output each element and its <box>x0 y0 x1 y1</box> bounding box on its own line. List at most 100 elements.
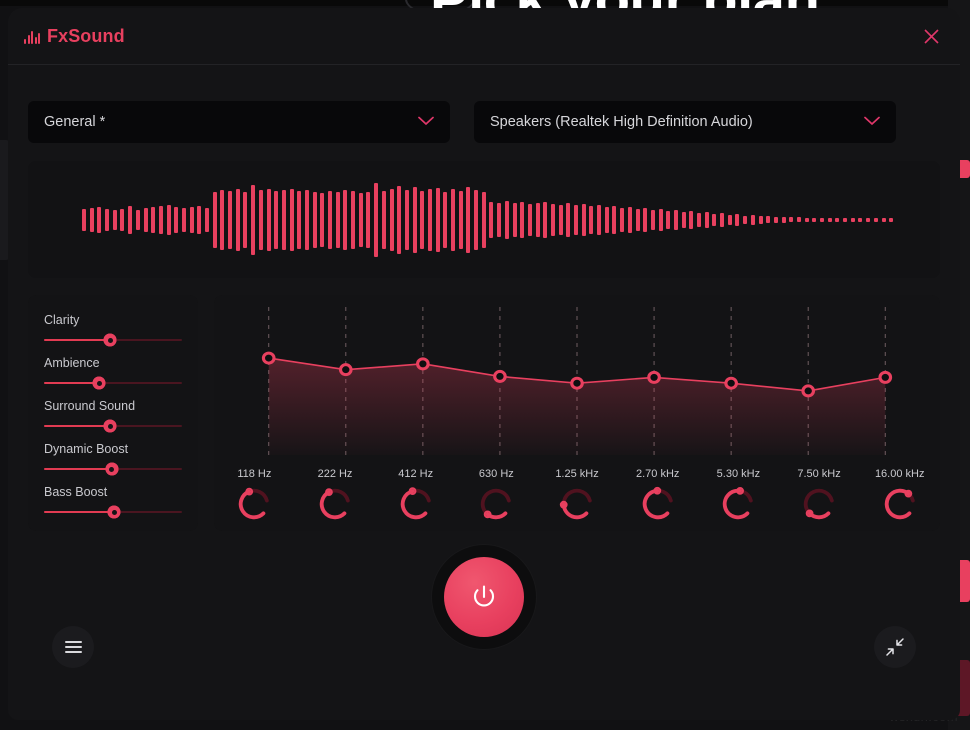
equalizer-bars-icon <box>24 29 40 44</box>
collapse-arrows-icon <box>886 638 904 656</box>
visualizer-bar <box>497 202 502 237</box>
equalizer-knob[interactable] <box>881 485 919 523</box>
visualizer-bar <box>758 215 763 224</box>
slider-track[interactable] <box>44 462 182 476</box>
equalizer-band-point[interactable] <box>724 376 738 390</box>
equalizer-band-point[interactable] <box>261 351 276 365</box>
visualizer-bar <box>266 188 271 251</box>
visualizer-bar <box>673 209 678 230</box>
visualizer-bar <box>427 188 432 251</box>
equalizer-band-label: 5.30 kHz <box>716 468 761 480</box>
app-title: FxSound <box>47 25 125 46</box>
output-device-value: Speakers (Realtek High Definition Audio) <box>490 114 753 130</box>
visualizer-bar <box>727 214 732 225</box>
visualizer-bar <box>466 186 471 253</box>
visualizer-bar <box>812 217 817 222</box>
collapse-window-button[interactable] <box>874 626 916 668</box>
equalizer-band-point[interactable] <box>416 357 430 371</box>
slider-surround-sound[interactable]: Surround Sound <box>44 399 182 433</box>
slider-fill <box>44 339 111 341</box>
visualizer-bar <box>666 210 671 229</box>
visualizer-bar <box>143 207 148 232</box>
slider-fill <box>44 511 115 513</box>
equalizer-knob[interactable] <box>639 485 677 523</box>
power-button[interactable] <box>444 557 524 637</box>
slider-thumb[interactable] <box>105 462 119 476</box>
effect-sliders-panel: Clarity Ambience Surround Sound Dynamic Boo… <box>28 295 198 531</box>
equalizer-knob[interactable] <box>800 485 838 523</box>
equalizer-band-label: 118 Hz <box>237 468 272 480</box>
visualizer-bar <box>328 190 332 249</box>
main-menu-button[interactable] <box>52 626 94 668</box>
visualizer-bar <box>435 187 440 252</box>
slider-thumb[interactable] <box>103 419 117 433</box>
visualizer-bar <box>281 189 286 250</box>
output-device-dropdown[interactable]: Speakers (Realtek High Definition Audio) <box>474 101 896 143</box>
equalizer-band: 7.50 kHz <box>779 468 860 523</box>
screen: Pick your plan SSyw,DMb wsxdn.com FxSoun… <box>0 0 970 730</box>
slider-label: Clarity <box>44 313 80 327</box>
slider-ambience[interactable]: Ambience <box>44 356 182 390</box>
visualizer-bar <box>558 204 563 235</box>
equalizer-band-point[interactable] <box>878 370 893 384</box>
visualizer-bar <box>720 212 725 227</box>
visualizer-bar <box>604 206 609 233</box>
visualizer-bar <box>712 213 717 226</box>
preset-dropdown[interactable]: General * <box>28 101 450 143</box>
fxsound-window: FxSound General * Speakers (Realtek High… <box>8 8 960 720</box>
equalizer-band-point[interactable] <box>493 369 507 383</box>
equalizer-band-point[interactable] <box>338 363 353 377</box>
equalizer-knob[interactable] <box>719 485 757 523</box>
slider-track[interactable] <box>44 419 182 433</box>
visualizer-bar <box>166 204 171 235</box>
equalizer-band-controls: 118 Hz 222 Hz 412 Hz 630 Hz 1.25 kHz 2.70 kHz… <box>214 468 940 523</box>
equalizer-knob[interactable] <box>558 485 596 523</box>
visualizer-bar <box>681 211 686 228</box>
slider-thumb[interactable] <box>107 505 121 519</box>
equalizer-knob[interactable] <box>235 485 273 523</box>
slider-track[interactable] <box>44 376 182 390</box>
slider-dynamic-boost[interactable]: Dynamic Boost <box>44 442 182 476</box>
equalizer-band-label: 2.70 kHz <box>635 468 680 480</box>
equalizer-band-point[interactable] <box>801 384 816 398</box>
visualizer-bar <box>627 206 632 233</box>
slider-track[interactable] <box>44 505 182 519</box>
visualizer-bar <box>289 188 294 251</box>
slider-clarity[interactable]: Clarity <box>44 313 182 347</box>
slider-thumb[interactable] <box>92 376 106 390</box>
visualizer-bar <box>358 192 363 247</box>
equalizer-band-point[interactable] <box>647 370 661 384</box>
slider-label: Bass Boost <box>44 485 108 499</box>
visualizer-bar <box>889 217 894 222</box>
visualizer-bar <box>574 204 578 235</box>
selector-row: General * Speakers (Realtek High Definit… <box>28 65 940 143</box>
visualizer-bar <box>351 190 356 249</box>
equalizer-curve[interactable] <box>214 295 940 465</box>
slider-thumb[interactable] <box>103 333 117 347</box>
visualizer-bar <box>735 213 740 226</box>
visualizer-bar <box>174 206 179 233</box>
visualizer-bar <box>743 215 748 224</box>
equalizer-band-label: 630 Hz <box>478 468 514 480</box>
visualizer-bar <box>443 191 448 248</box>
slider-bass-boost[interactable]: Bass Boost <box>44 485 182 519</box>
equalizer-knob[interactable] <box>397 485 435 523</box>
slider-label: Dynamic Boost <box>44 442 129 456</box>
equalizer-band-point[interactable] <box>570 376 584 390</box>
equalizer-knob[interactable] <box>316 485 354 523</box>
slider-track[interactable] <box>44 333 182 347</box>
equalizer-knob[interactable] <box>477 485 515 523</box>
visualizer-bar <box>773 216 778 223</box>
chevron-down-icon <box>864 113 880 131</box>
knob-value-arc <box>642 488 669 520</box>
visualizer-bar <box>158 205 163 234</box>
visualizer-bar <box>520 201 525 238</box>
visualizer-bars <box>82 161 894 278</box>
slider-fill <box>44 382 100 384</box>
knob-value-arc <box>239 489 266 520</box>
visualizer-bar <box>766 216 771 223</box>
close-icon[interactable] <box>918 23 944 49</box>
visualizer-bar <box>366 191 371 248</box>
visualizer-bar <box>274 190 279 249</box>
equalizer-band: 118 Hz <box>214 468 295 523</box>
